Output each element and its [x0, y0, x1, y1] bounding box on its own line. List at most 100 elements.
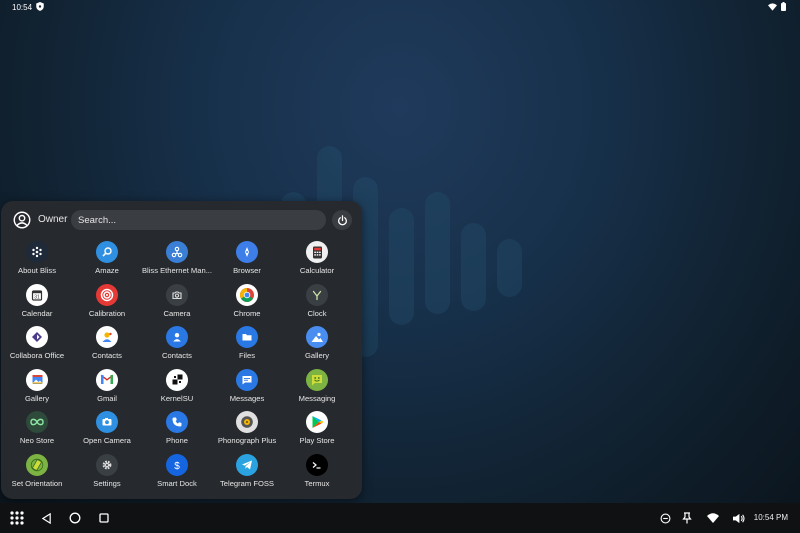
app-label: Chrome	[233, 308, 261, 318]
app-messaging[interactable]: Messaging	[282, 367, 352, 409]
all-apps-button[interactable]	[7, 508, 27, 528]
network-icon	[166, 241, 188, 263]
target-icon	[96, 283, 118, 306]
camera-icon	[166, 283, 188, 306]
app-bliss-ethernet-man[interactable]: Bliss Ethernet Man...	[142, 239, 212, 281]
app-messages[interactable]: Messages	[212, 367, 282, 409]
app-telegram-foss[interactable]: Telegram FOSS	[212, 452, 282, 494]
smiley-icon	[306, 368, 328, 391]
drawer-header: Owner	[1, 201, 362, 239]
power-button[interactable]	[332, 210, 352, 230]
photos-icon	[26, 368, 48, 391]
app-calibration[interactable]: Calibration	[72, 282, 142, 324]
app-camera[interactable]: Camera	[142, 282, 212, 324]
grid-icon	[10, 511, 24, 525]
record-icon	[236, 411, 258, 434]
app-calendar[interactable]: 31 Calendar	[2, 282, 72, 324]
recents-square-icon	[99, 513, 109, 523]
pin-button[interactable]	[677, 508, 697, 528]
open-camera-icon	[96, 411, 118, 434]
status-bar: 10:54	[0, 0, 800, 14]
home-circle-icon	[69, 512, 81, 524]
system-icons	[768, 2, 786, 11]
battery-icon	[781, 2, 786, 11]
app-browser[interactable]: Browser	[212, 239, 282, 281]
app-settings[interactable]: Settings	[72, 452, 142, 494]
app-label: Phonograph Plus	[217, 436, 277, 446]
app-label: Open Camera	[83, 436, 131, 446]
app-label: Play Store	[299, 436, 335, 446]
volume-icon	[732, 513, 745, 523]
app-label: Amaze	[95, 266, 119, 275]
app-calculator[interactable]: Calculator	[282, 239, 352, 281]
app-contacts[interactable]: Contacts	[142, 324, 212, 366]
app-about-bliss[interactable]: About Bliss	[2, 239, 72, 281]
do-not-disturb-button[interactable]	[655, 508, 675, 528]
status-time: 10:54	[12, 3, 33, 12]
app-smart-dock[interactable]: $ Smart Dock	[142, 452, 212, 494]
app-phone[interactable]: Phone	[142, 409, 212, 451]
pin-icon	[682, 512, 692, 524]
folder-icon	[236, 326, 258, 349]
app-label: Gallery	[304, 351, 330, 361]
app-open-camera[interactable]: Open Camera	[72, 409, 142, 451]
app-label: Settings	[93, 479, 121, 488]
chrome-icon	[236, 283, 258, 306]
gallery-icon	[306, 326, 328, 349]
app-phonograph-plus[interactable]: Phonograph Plus	[212, 409, 282, 451]
app-label: Files	[238, 351, 256, 361]
calculator-icon	[306, 241, 328, 263]
terminal-icon	[306, 454, 328, 476]
app-gmail[interactable]: Gmail	[72, 367, 142, 409]
app-contacts[interactable]: Contacts	[72, 324, 142, 366]
clock-icon	[306, 283, 328, 306]
app-set-orientation[interactable]: Set Orientation	[2, 452, 72, 494]
app-label: Phone	[166, 436, 188, 446]
volume-button[interactable]	[728, 508, 748, 528]
app-chrome[interactable]: Chrome	[212, 282, 282, 324]
app-label: Set Orientation	[11, 479, 63, 488]
wifi-button[interactable]	[703, 508, 723, 528]
app-clock[interactable]: Clock	[282, 282, 352, 324]
dollar-icon: $	[166, 454, 188, 476]
collabora-icon	[26, 326, 48, 349]
phone-icon	[166, 411, 188, 434]
app-label: Gmail	[97, 393, 117, 403]
app-label: Smart Dock	[157, 479, 197, 488]
search-input[interactable]	[71, 210, 326, 230]
app-kernelsu[interactable]: KernelSU	[142, 367, 212, 409]
back-button[interactable]	[36, 508, 56, 528]
infinity-icon	[26, 411, 48, 434]
power-icon	[337, 214, 347, 225]
app-drawer: Owner About Bliss Amaze Bliss Ethernet Man…	[1, 201, 362, 499]
user-name[interactable]: Owner	[38, 214, 67, 225]
app-label: Termux	[304, 479, 330, 488]
back-triangle-icon	[41, 512, 51, 524]
app-amaze[interactable]: Amaze	[72, 239, 142, 281]
search-icon	[96, 241, 118, 263]
app-collabora-office[interactable]: Collabora Office	[2, 324, 72, 366]
app-label: Telegram FOSS	[219, 479, 275, 488]
svg-text:$: $	[174, 461, 180, 471]
kernelsu-icon	[166, 368, 188, 391]
dnd-icon	[660, 513, 670, 523]
taskbar-clock[interactable]: 10:54 PM	[754, 513, 788, 522]
app-label: Calendar	[21, 308, 53, 318]
message-icon	[236, 368, 258, 391]
app-label: Contacts	[92, 351, 122, 361]
recents-button[interactable]	[94, 508, 114, 528]
app-files[interactable]: Files	[212, 324, 282, 366]
orientation-icon	[26, 454, 48, 476]
app-label: Neo Store	[19, 436, 55, 446]
app-play-store[interactable]: Play Store	[282, 409, 352, 451]
gear-icon	[96, 454, 118, 476]
app-termux[interactable]: Termux	[282, 452, 352, 494]
app-label: Bliss Ethernet Man...	[141, 266, 213, 275]
app-gallery[interactable]: Gallery	[2, 367, 72, 409]
app-label: Gallery	[24, 393, 50, 403]
user-avatar-icon[interactable]	[13, 211, 31, 229]
home-button[interactable]	[65, 508, 85, 528]
app-gallery[interactable]: Gallery	[282, 324, 352, 366]
app-neo-store[interactable]: Neo Store	[2, 409, 72, 451]
app-label: KernelSU	[160, 393, 194, 403]
